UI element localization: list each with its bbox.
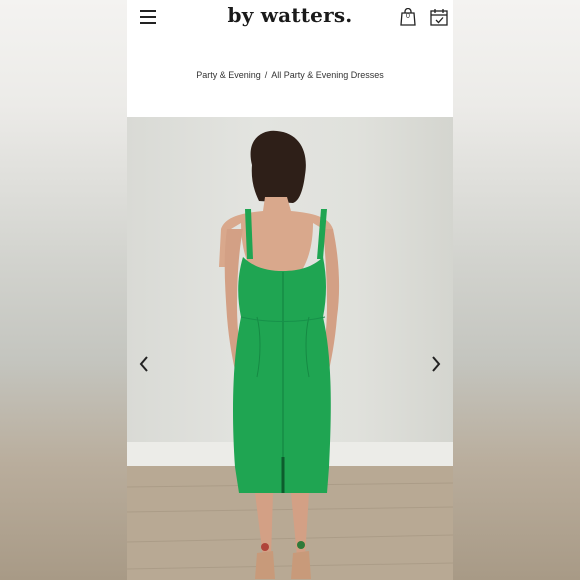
mobile-page: by watters. 0 Party & Evening / All Party … [127,0,453,580]
shopping-bag-icon[interactable]: 0 [400,7,416,26]
chevron-right-icon[interactable] [429,354,443,374]
breadcrumb: Party & Evening / All Party & Evening Dres… [127,70,453,80]
breadcrumb-all-party-evening-dresses[interactable]: All Party & Evening Dresses [271,70,384,80]
bag-count: 0 [406,13,410,20]
calendar-appointment-icon[interactable] [430,8,448,26]
product-image-gallery[interactable] [127,117,453,580]
blurred-backdrop-left [0,0,127,580]
blurred-backdrop-right [453,0,580,580]
breadcrumb-separator: / [264,70,268,80]
product-photo [127,130,453,580]
site-header: by watters. 0 [127,0,453,36]
breadcrumb-party-evening[interactable]: Party & Evening [196,70,261,80]
chevron-left-icon[interactable] [137,354,151,374]
